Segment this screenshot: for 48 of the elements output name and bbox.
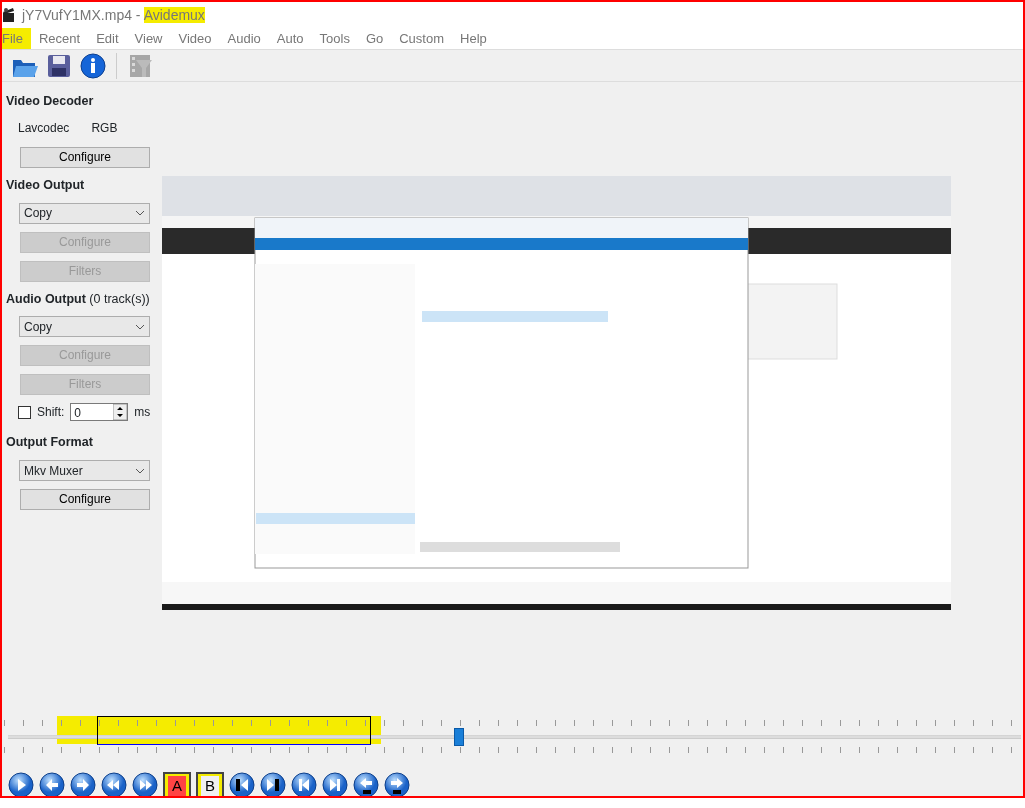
- go-start-button[interactable]: [229, 772, 255, 796]
- menu-item[interactable]: Custom: [391, 28, 453, 49]
- slider-thumb[interactable]: [453, 728, 464, 746]
- rewind-button[interactable]: [101, 772, 127, 796]
- forward-button[interactable]: [70, 772, 96, 796]
- go-end-button[interactable]: [260, 772, 286, 796]
- number-field[interactable]: 0: [70, 403, 129, 422]
- dropdown[interactable]: Copy: [19, 202, 150, 224]
- step-forward-button[interactable]: [384, 772, 410, 796]
- menu-item[interactable]: Audio: [219, 28, 269, 49]
- spinner-arrows-icon[interactable]: [113, 404, 128, 421]
- section-heading: Audio Output: [6, 291, 86, 306]
- configure-button[interactable]: Configure: [20, 489, 150, 510]
- menu-item[interactable]: Edit: [88, 28, 127, 49]
- info-label: Lavcodec: [18, 119, 70, 137]
- menu-item[interactable]: Help: [452, 28, 495, 49]
- menu-item[interactable]: Go: [357, 28, 392, 49]
- menu-item[interactable]: Auto: [268, 28, 312, 49]
- chevron-down-icon: [135, 467, 145, 474]
- menu-item[interactable]: File: [2, 28, 31, 49]
- menu-item[interactable]: View: [126, 28, 171, 49]
- track-count: (0 track(s)): [89, 291, 150, 306]
- chevron-down-icon: [135, 323, 145, 330]
- play-button[interactable]: [8, 772, 34, 796]
- dropdown[interactable]: Mkv Muxer: [19, 460, 150, 481]
- menu-item[interactable]: Tools: [311, 28, 358, 49]
- menu-item[interactable]: Video: [170, 28, 220, 49]
- marker-button[interactable]: A: [163, 772, 191, 796]
- fast-forward-button[interactable]: [132, 772, 158, 796]
- info-label: RGB: [91, 119, 118, 137]
- section-heading: Video Decoder: [6, 93, 95, 110]
- menu-item[interactable]: Recent: [30, 28, 89, 49]
- checkbox-label: Shift:: [37, 404, 65, 422]
- previous-keyframe-button[interactable]: [291, 772, 317, 796]
- marker-button[interactable]: B: [196, 772, 224, 796]
- section-heading: Output Format: [6, 434, 94, 452]
- info-button[interactable]: [78, 50, 108, 81]
- unit-label: ms: [134, 404, 151, 422]
- checkbox[interactable]: [18, 405, 31, 419]
- back-button[interactable]: [39, 772, 65, 796]
- dropdown[interactable]: Copy: [19, 316, 150, 338]
- next-keyframe-button[interactable]: [322, 772, 348, 796]
- chevron-down-icon: [135, 210, 145, 216]
- configure-button[interactable]: Configure: [20, 146, 150, 168]
- section-heading: Video Output: [6, 176, 86, 194]
- app-icon: [2, 7, 16, 23]
- window-title: jY7VufY1MX.mp4 - Avidemux: [22, 5, 205, 25]
- step-back-button[interactable]: [353, 772, 379, 796]
